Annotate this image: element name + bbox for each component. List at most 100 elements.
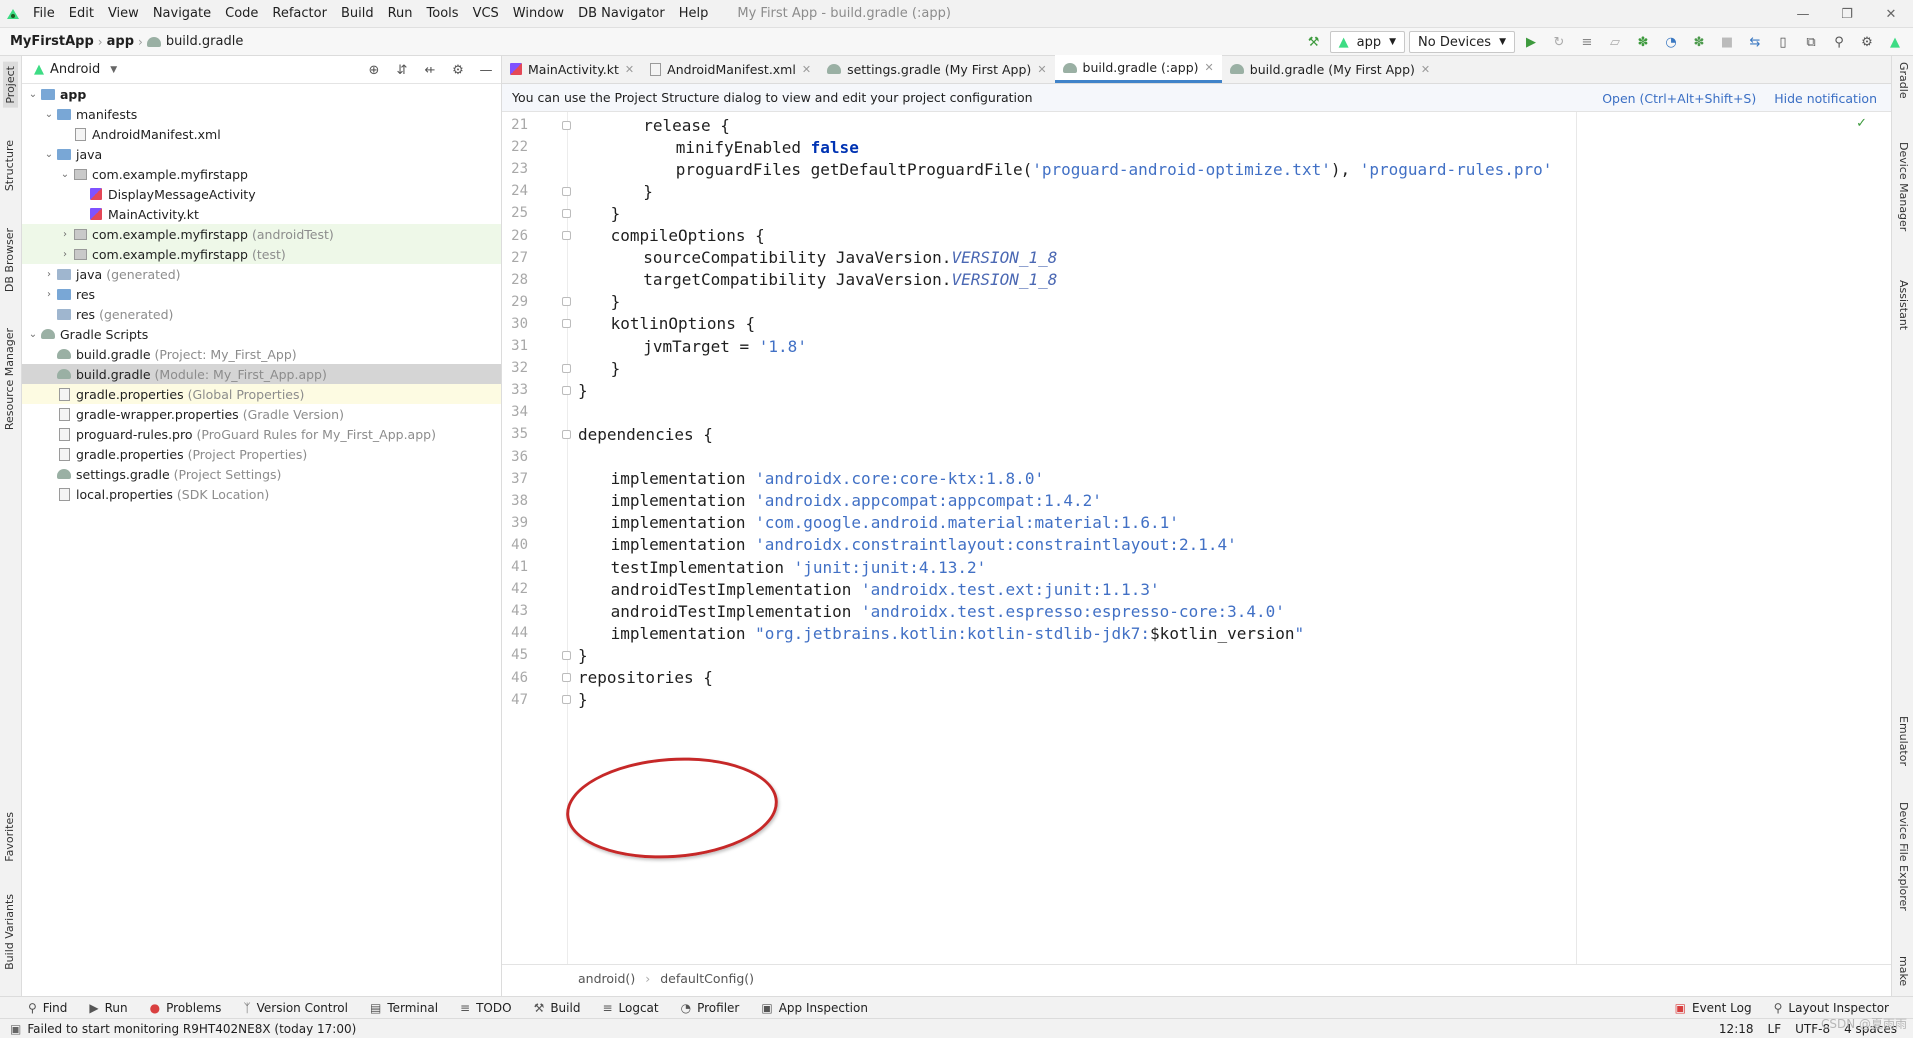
chevron-right-icon[interactable]: › (58, 229, 72, 240)
profile-icon[interactable]: ◔ (1659, 30, 1683, 54)
fold-marker-icon[interactable] (562, 120, 571, 130)
tree-item[interactable]: ⌄ java (22, 144, 501, 164)
breadcrumb-android[interactable]: android() (578, 971, 635, 986)
search-icon[interactable]: ⚲ (1827, 30, 1851, 54)
tool-event-log[interactable]: ▣ Event Log (1675, 1001, 1752, 1015)
tool-layout-inspector[interactable]: ⚲ Layout Inspector (1774, 1001, 1889, 1015)
close-tab-icon[interactable]: ✕ (625, 63, 634, 76)
debug-icon[interactable]: ✽ (1631, 30, 1655, 54)
code-line[interactable]: 29} (502, 291, 1862, 313)
tool-tab-emulator[interactable]: Emulator (1897, 716, 1910, 766)
fold-marker-icon[interactable] (562, 319, 571, 329)
tree-item[interactable]: build.gradle (Project: My_First_App) (22, 344, 501, 364)
chevron-down-icon[interactable]: ⌄ (26, 329, 40, 340)
chevron-down-icon[interactable]: ⌄ (26, 89, 40, 100)
breadcrumb-default-config[interactable]: defaultConfig() (660, 971, 754, 986)
tool-tab-project[interactable]: Project (3, 62, 18, 108)
code-line[interactable]: 38 implementation 'androidx.appcompat:app… (502, 490, 1862, 512)
gear-icon[interactable]: ⚙ (1855, 30, 1879, 54)
breadcrumb-file[interactable]: build.gradle (143, 34, 248, 49)
editor-tab[interactable]: build.gradle (:app) ✕ (1054, 55, 1222, 83)
tool-tab-resource-manager[interactable]: Resource Manager (3, 328, 16, 430)
tree-item[interactable]: › res (22, 284, 501, 304)
tool-tab-db-browser[interactable]: DB Browser (3, 228, 16, 292)
tool-tab-gradle[interactable]: Gradle (1897, 62, 1910, 99)
tool-tab-build-variants[interactable]: Build Variants (3, 894, 16, 970)
tree-item[interactable]: local.properties (SDK Location) (22, 484, 501, 504)
minimize-icon[interactable]: — (1781, 0, 1825, 28)
menu-tools[interactable]: Tools (420, 6, 466, 21)
gear-icon[interactable]: ⚙ (447, 63, 469, 78)
menu-run[interactable]: Run (381, 6, 420, 21)
code-line[interactable]: 45} (502, 644, 1862, 666)
code-line[interactable]: 23 proguardFiles getDefaultProguardFile('… (502, 158, 1862, 180)
tool-app-inspection[interactable]: ▣ App Inspection (761, 1001, 868, 1015)
tree-item[interactable]: proguard-rules.pro (ProGuard Rules for My… (22, 424, 501, 444)
hide-notification-link[interactable]: Hide notification (1774, 91, 1877, 106)
code-line[interactable]: 28 targetCompatibility JavaVersion.VERSIO… (502, 269, 1862, 291)
code-line[interactable]: 24} (502, 180, 1862, 202)
attach-debugger-icon[interactable]: ✽ (1687, 30, 1711, 54)
tree-item[interactable]: › com.example.myfirstapp (androidTest) (22, 224, 501, 244)
code-line[interactable]: 34 (502, 401, 1862, 423)
tree-item[interactable]: gradle.properties (Project Properties) (22, 444, 501, 464)
code-line[interactable]: 40 implementation 'androidx.constraintlay… (502, 534, 1862, 556)
menu-navigate[interactable]: Navigate (146, 6, 218, 21)
fold-marker-icon[interactable] (562, 673, 571, 682)
tool-todo[interactable]: ≡ TODO (460, 1001, 512, 1015)
code-line[interactable]: 21 release { (502, 114, 1862, 136)
tree-item[interactable]: › com.example.myfirstapp (test) (22, 244, 501, 264)
code-line[interactable]: 31 jvmTarget = '1.8' (502, 335, 1862, 357)
code-line[interactable]: 35 dependencies { (502, 423, 1862, 445)
tool-tab-make[interactable]: make (1897, 956, 1910, 986)
close-tab-icon[interactable]: ✕ (1037, 63, 1046, 76)
tool-version-control[interactable]: ᛉ Version Control (243, 1001, 348, 1015)
tree-item[interactable]: › java (generated) (22, 264, 501, 284)
breadcrumb-module[interactable]: app (103, 34, 138, 49)
fold-marker-icon[interactable] (562, 650, 571, 660)
restore-icon[interactable]: ❐ (1825, 0, 1869, 28)
device-select[interactable]: No Devices ▼ (1409, 31, 1515, 53)
code-line[interactable]: 27 sourceCompatibility JavaVersion.VERSIO… (502, 247, 1862, 269)
menu-help[interactable]: Help (672, 6, 716, 21)
tree-item[interactable]: MainActivity.kt (22, 204, 501, 224)
android-icon[interactable]: ▲ (1883, 30, 1907, 54)
menu-db-navigator[interactable]: DB Navigator (571, 6, 672, 21)
tool-tab-device-manager[interactable]: Device Manager (1897, 142, 1910, 231)
menu-refactor[interactable]: Refactor (265, 6, 334, 21)
fold-marker-icon[interactable] (562, 429, 571, 439)
open-project-structure-link[interactable]: Open (Ctrl+Alt+Shift+S) (1602, 91, 1756, 106)
tool-build[interactable]: ⚒ Build (534, 1001, 581, 1015)
code-line[interactable]: 32} (502, 357, 1862, 379)
chevron-down-icon[interactable]: ▼ (110, 65, 117, 75)
collapse-all-icon[interactable]: ⇷ (419, 63, 441, 78)
stop-icon[interactable]: ■ (1715, 30, 1739, 54)
code-line[interactable]: 47} (502, 689, 1862, 711)
tree-item[interactable]: DisplayMessageActivity (22, 184, 501, 204)
code-line[interactable]: 42 androidTestImplementation 'androidx.te… (502, 578, 1862, 600)
code-line[interactable]: 37 implementation 'androidx.core:core-ktx… (502, 468, 1862, 490)
tool-tab-device-file-explorer[interactable]: Device File Explorer (1897, 802, 1910, 911)
caret-position[interactable]: 12:18 (1719, 1022, 1754, 1036)
tree-item[interactable]: build.gradle (Module: My_First_App.app) (22, 364, 501, 384)
close-tab-icon[interactable]: ✕ (1421, 63, 1430, 76)
tool-problems[interactable]: ● Problems (150, 1001, 222, 1015)
code-line[interactable]: 36 (502, 446, 1862, 468)
sync-gradle-icon[interactable]: ⇆ (1743, 30, 1767, 54)
tree-item[interactable]: ⌄ com.example.myfirstapp (22, 164, 501, 184)
fold-marker-icon[interactable] (562, 186, 571, 196)
fold-marker-icon[interactable] (562, 231, 571, 240)
status-message[interactable]: Failed to start monitoring R9HT402NE8X (… (27, 1022, 356, 1036)
apply-code-changes-icon[interactable]: ▱ (1603, 30, 1627, 54)
menu-vcs[interactable]: VCS (466, 6, 506, 21)
expand-all-icon[interactable]: ⇵ (391, 63, 413, 78)
chevron-down-icon[interactable]: ⌄ (42, 149, 56, 160)
tool-tab-structure[interactable]: Structure (3, 140, 16, 191)
menu-build[interactable]: Build (334, 6, 381, 21)
tree-item[interactable]: gradle.properties (Global Properties) (22, 384, 501, 404)
code-line[interactable]: 39 implementation 'com.google.android.mat… (502, 512, 1862, 534)
tree-item[interactable]: settings.gradle (Project Settings) (22, 464, 501, 484)
chevron-down-icon[interactable]: ⌄ (42, 109, 56, 120)
code-line[interactable]: 43 androidTestImplementation 'androidx.te… (502, 600, 1862, 622)
code-line[interactable]: 26 compileOptions { (502, 225, 1862, 247)
